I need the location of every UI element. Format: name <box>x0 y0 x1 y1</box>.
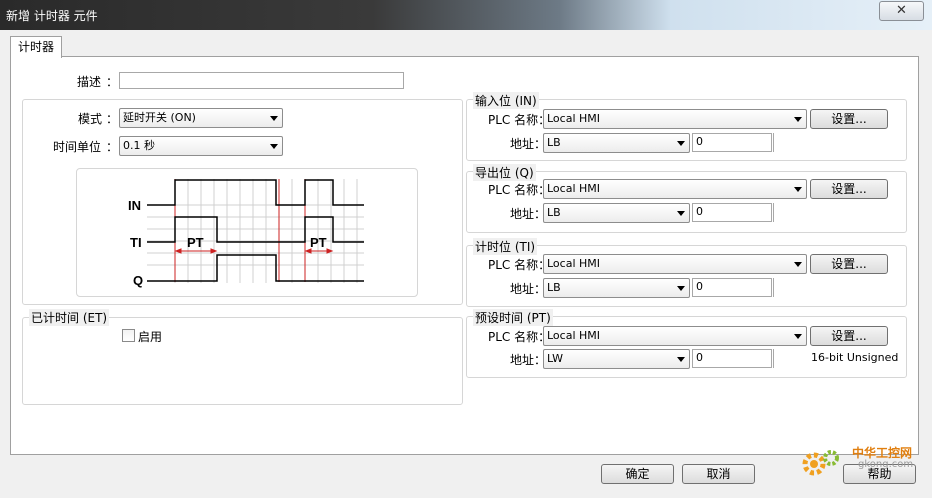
description-input[interactable] <box>119 72 404 89</box>
timing-plc-value: Local HMI <box>547 257 601 270</box>
timing-diagram: IN TI Q PT PT <box>128 179 364 288</box>
timing-settings-button[interactable]: 设置... <box>810 254 888 274</box>
pt-label: PT <box>187 235 204 250</box>
close-button[interactable]: ✕ <box>879 1 924 21</box>
timing-addr-type: LB <box>547 281 561 294</box>
output-plc-value: Local HMI <box>547 182 601 195</box>
timing-plc-select[interactable]: Local HMI <box>543 254 807 274</box>
output-addr-label: 地址： <box>510 207 547 221</box>
timing-addr-type-select[interactable]: LB <box>543 278 690 298</box>
input-plc-label: PLC 名称： <box>488 113 551 127</box>
output-settings-button[interactable]: 设置... <box>810 179 888 199</box>
time-unit-value: 0.1 秒 <box>123 139 155 152</box>
timing-addr-field[interactable]: 0 <box>692 278 772 297</box>
input-addr-label: 地址： <box>510 137 547 151</box>
close-icon: ✕ <box>896 3 907 18</box>
watermark: 中华工控网 gkong.com <box>800 442 930 482</box>
timing-addr-label: 地址： <box>510 282 547 296</box>
timing-addr-extra <box>773 278 807 297</box>
output-addr-type-select[interactable]: LB <box>543 203 690 223</box>
input-settings-button[interactable]: 设置... <box>810 109 888 129</box>
preset-plc-value: Local HMI <box>547 329 601 342</box>
description-label: 描述 <box>77 75 102 89</box>
input-addr-field[interactable]: 0 <box>692 133 772 152</box>
output-addr-field[interactable]: 0 <box>692 203 772 222</box>
output-bit-title: 导出位 (Q) <box>473 164 536 181</box>
input-addr-type-select[interactable]: LB <box>543 133 690 153</box>
ti-label: TI <box>130 235 142 250</box>
mode-select[interactable]: 延时开关 (ON) <box>119 108 283 128</box>
input-addr-type: LB <box>547 136 561 149</box>
preset-addr-type-select[interactable]: LW <box>543 349 690 369</box>
enable-label: 启用 <box>138 330 163 344</box>
tab-timer[interactable]: 计时器 <box>10 36 62 58</box>
mode-colon: ： <box>106 112 119 126</box>
window-title: 新增 计时器 元件 <box>6 9 98 23</box>
watermark-line2: gkong.com <box>858 459 914 470</box>
output-addr-extra <box>773 203 807 222</box>
preset-data-format: 16-bit Unsigned <box>811 351 899 364</box>
title-bar <box>0 0 932 30</box>
chevron-down-icon <box>794 117 802 122</box>
input-bit-title: 输入位 (IN) <box>473 92 539 109</box>
preset-addr-label: 地址： <box>510 353 547 367</box>
mode-label: 模式 <box>78 112 103 126</box>
diagram-grid <box>147 179 364 283</box>
description-colon: ： <box>106 75 119 89</box>
input-plc-value: Local HMI <box>547 112 601 125</box>
chevron-down-icon <box>677 141 685 146</box>
elapsed-time-group <box>22 317 463 405</box>
q-label: Q <box>133 273 143 288</box>
preset-time-title: 预设时间 (PT) <box>473 309 553 326</box>
chevron-down-icon <box>270 144 278 149</box>
chevron-down-icon <box>270 116 278 121</box>
chevron-down-icon <box>794 334 802 339</box>
mode-value: 延时开关 (ON) <box>123 111 196 124</box>
time-unit-label: 时间单位 <box>53 140 102 154</box>
time-unit-colon: ： <box>106 140 119 154</box>
preset-plc-select[interactable]: Local HMI <box>543 326 807 346</box>
elapsed-time-title: 已计时间 (ET) <box>29 309 110 326</box>
output-plc-select[interactable]: Local HMI <box>543 179 807 199</box>
preset-addr-field[interactable]: 0 <box>692 349 772 368</box>
preset-settings-button[interactable]: 设置... <box>810 326 888 346</box>
input-addr-extra <box>773 133 807 152</box>
timing-bit-title: 计时位 (TI) <box>473 238 538 255</box>
output-plc-label: PLC 名称： <box>488 183 551 197</box>
in-label: IN <box>128 198 141 213</box>
chevron-down-icon <box>677 357 685 362</box>
preset-addr-extra-box <box>773 349 807 368</box>
time-unit-select[interactable]: 0.1 秒 <box>119 136 283 156</box>
input-plc-select[interactable]: Local HMI <box>543 109 807 129</box>
output-addr-type: LB <box>547 206 561 219</box>
ok-button[interactable]: 确定 <box>601 464 674 484</box>
gear-icon <box>802 450 839 476</box>
timing-plc-label: PLC 名称： <box>488 258 551 272</box>
pt-label: PT <box>310 235 327 250</box>
chevron-down-icon <box>794 262 802 267</box>
enable-checkbox[interactable] <box>122 329 135 342</box>
cancel-button[interactable]: 取消 <box>682 464 755 484</box>
chevron-down-icon <box>677 211 685 216</box>
preset-addr-type: LW <box>547 352 563 365</box>
timing-diagram-frame: IN TI Q PT PT <box>76 168 418 297</box>
chevron-down-icon <box>794 187 802 192</box>
chevron-down-icon <box>677 286 685 291</box>
preset-plc-label: PLC 名称： <box>488 330 551 344</box>
